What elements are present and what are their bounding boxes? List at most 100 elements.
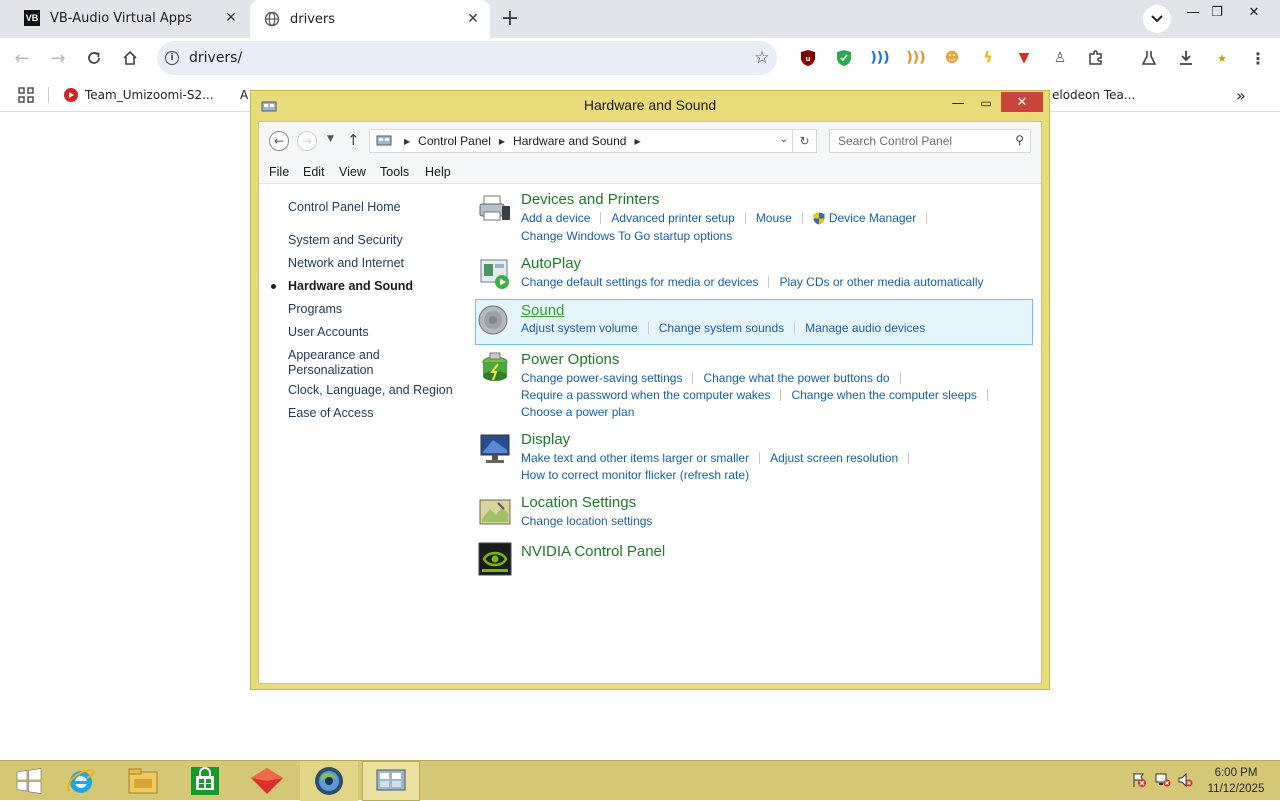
person-extension-icon[interactable]: ☻ <box>941 47 963 69</box>
window-titlebar[interactable]: Hardware and Sound — ▭ ✕ <box>251 91 1049 121</box>
tab-search-button[interactable] <box>1143 5 1171 33</box>
link-change-location-settings[interactable]: Change location settings <box>521 514 652 528</box>
new-tab-button[interactable]: + <box>498 6 522 31</box>
close-browser-button[interactable]: ✕ <box>1234 0 1274 24</box>
menu-edit[interactable]: Edit <box>303 165 325 179</box>
taskbar-red-app[interactable] <box>238 761 296 801</box>
restore-browser-button[interactable]: ❐ <box>1200 0 1234 24</box>
sidebar-item-appearance[interactable]: Appearance and Personalization <box>288 348 398 378</box>
menu-file[interactable]: File <box>269 165 289 179</box>
address-bar[interactable]: i drivers/ ☆ <box>157 41 777 75</box>
crumb-separator-icon[interactable]: ▶ <box>499 137 505 146</box>
minimize-window-button[interactable]: — <box>947 93 969 113</box>
more-bookmarks-button[interactable]: » <box>1236 86 1246 105</box>
monitor-icon[interactable] <box>478 432 512 466</box>
download-icon[interactable] <box>1175 47 1197 69</box>
link-mouse[interactable]: Mouse <box>756 211 792 225</box>
extensions-puzzle-icon[interactable] <box>1085 47 1107 69</box>
search-control-panel-input[interactable]: Search Control Panel ⚲ <box>829 129 1031 153</box>
sidebar-control-panel-home[interactable]: Control Panel Home <box>288 200 401 215</box>
forward-button[interactable]: → <box>44 44 72 72</box>
link-change-system-sounds[interactable]: Change system sounds <box>659 321 784 335</box>
link-make-text-larger[interactable]: Make text and other items larger or smal… <box>521 451 749 465</box>
category-title[interactable]: Display <box>521 431 570 448</box>
link-add-a-device[interactable]: Add a device <box>521 211 590 225</box>
taskbar-file-explorer[interactable] <box>114 761 172 801</box>
close-tab-icon[interactable]: ✕ <box>462 8 484 30</box>
menu-view[interactable]: View <box>339 165 366 179</box>
sidebar-item-ease-of-access[interactable]: Ease of Access <box>288 406 373 421</box>
link-change-default-settings[interactable]: Change default settings for media or dev… <box>521 275 758 289</box>
category-title[interactable]: NVIDIA Control Panel <box>521 543 665 560</box>
link-computer-sleeps[interactable]: Change when the computer sleeps <box>791 388 976 402</box>
category-title[interactable]: AutoPlay <box>521 255 581 272</box>
profile-avatar[interactable]: ★ <box>1211 47 1233 69</box>
crumb-control-panel[interactable]: Control Panel <box>418 134 491 148</box>
flask-extension-icon[interactable]: ♙ <box>1049 47 1071 69</box>
link-power-buttons[interactable]: Change what the power buttons do <box>703 371 889 385</box>
explorer-back-button[interactable]: ← <box>269 131 289 151</box>
sidebar-item-programs[interactable]: Programs <box>288 302 342 317</box>
sidebar-item-user-accounts[interactable]: User Accounts <box>288 325 369 340</box>
link-manage-audio-devices[interactable]: Manage audio devices <box>805 321 925 335</box>
menu-kebab-icon[interactable]: ⋮ <box>1247 47 1269 69</box>
taskbar-control-panel[interactable] <box>362 761 420 801</box>
menu-help[interactable]: Help <box>425 165 451 179</box>
tab-drivers[interactable]: drivers ✕ <box>250 0 490 38</box>
ublock-icon[interactable]: u <box>797 47 819 69</box>
crumb-hardware-and-sound[interactable]: Hardware and Sound <box>513 134 626 148</box>
taskbar-internet-explorer[interactable] <box>52 761 110 801</box>
wave-extension-icon[interactable]: ))) <box>869 47 891 69</box>
address-dropdown-icon[interactable]: ⌄ <box>780 134 788 145</box>
explorer-forward-button[interactable]: → <box>297 131 317 151</box>
home-button[interactable] <box>116 44 144 72</box>
bookmark-nickelodeon[interactable]: elodeon Tea... <box>1052 86 1135 104</box>
system-clock[interactable]: 6:00 PM 11/12/2025 <box>1200 765 1272 797</box>
link-advanced-printer-setup[interactable]: Advanced printer setup <box>611 211 734 225</box>
nvidia-icon[interactable] <box>478 542 512 576</box>
category-title[interactable]: Power Options <box>521 351 619 368</box>
battery-icon[interactable] <box>478 350 512 384</box>
apps-grid-icon[interactable] <box>18 86 34 104</box>
category-title[interactable]: Location Settings <box>521 494 636 511</box>
maximize-window-button[interactable]: ▭ <box>975 93 997 113</box>
link-play-cds[interactable]: Play CDs or other media automatically <box>779 275 983 289</box>
category-title[interactable]: Devices and Printers <box>521 191 659 208</box>
bookmark-team-umizoomi[interactable]: Team_Umizoomi-S2... <box>63 86 214 104</box>
link-require-password[interactable]: Require a password when the computer wak… <box>521 388 770 402</box>
volume-muted-icon[interactable] <box>1176 771 1194 789</box>
bookmark-a[interactable]: A <box>240 86 248 104</box>
crumb-separator-icon[interactable]: ▶ <box>634 137 640 146</box>
close-window-button[interactable]: ✕ <box>1001 92 1043 112</box>
back-button[interactable]: ← <box>8 44 36 72</box>
labs-icon[interactable] <box>1138 47 1160 69</box>
shield-extension-icon[interactable] <box>833 47 855 69</box>
taskbar-store[interactable] <box>176 761 234 801</box>
up-level-button[interactable]: ↑ <box>347 131 360 149</box>
link-choose-power-plan[interactable]: Choose a power plan <box>521 405 634 419</box>
sidebar-item-network-and-internet[interactable]: Network and Internet <box>288 256 404 271</box>
tab-vb-audio[interactable]: VB VB-Audio Virtual Apps ✕ <box>10 0 248 36</box>
link-device-manager[interactable]: Device Manager <box>829 211 916 225</box>
speaker-icon[interactable] <box>478 304 512 338</box>
printer-icon[interactable] <box>478 192 512 226</box>
explorer-address-bar[interactable]: ▶ Control Panel ▶ Hardware and Sound ▶ ⌄… <box>369 129 817 153</box>
taskbar-browser[interactable] <box>300 761 358 801</box>
link-windows-to-go[interactable]: Change Windows To Go startup options <box>521 229 732 243</box>
url-text[interactable]: drivers/ <box>189 50 747 66</box>
location-icon[interactable] <box>478 495 512 529</box>
menu-tools[interactable]: Tools <box>380 165 409 179</box>
bookmark-star-icon[interactable]: ☆ <box>747 48 777 68</box>
action-center-flag-icon[interactable] <box>1130 771 1148 789</box>
sidebar-item-hardware-and-sound[interactable]: Hardware and Sound <box>288 279 413 294</box>
link-adjust-screen-resolution[interactable]: Adjust screen resolution <box>770 451 898 465</box>
crumb-separator-icon[interactable]: ▶ <box>404 137 410 146</box>
link-change-power-saving[interactable]: Change power-saving settings <box>521 371 682 385</box>
link-monitor-flicker[interactable]: How to correct monitor flicker (refresh … <box>521 468 749 482</box>
autoplay-icon[interactable] <box>478 256 512 290</box>
search-icon[interactable]: ⚲ <box>1015 133 1024 147</box>
lightning-extension-icon[interactable]: ϟ <box>977 47 999 69</box>
start-button[interactable] <box>0 761 58 801</box>
wave-orange-extension-icon[interactable]: ))) <box>905 47 927 69</box>
recent-locations-dropdown-icon[interactable]: ▼ <box>327 134 334 144</box>
